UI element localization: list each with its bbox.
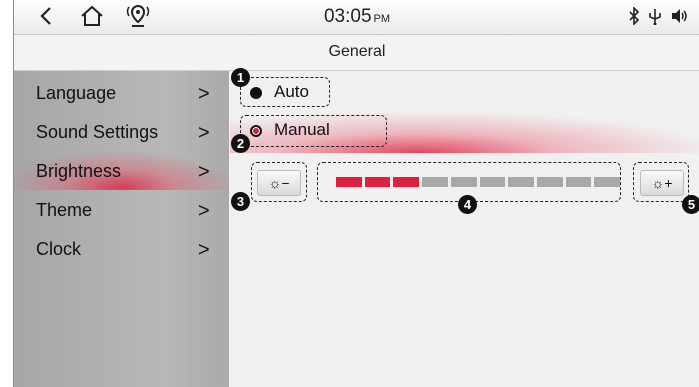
callout-badge-5: 5 bbox=[682, 195, 699, 214]
status-bar: 03:05 PM bbox=[14, 0, 699, 35]
callout-outline-increase bbox=[633, 162, 689, 202]
sidebar-item-label: Language bbox=[36, 83, 117, 103]
chevron-right-icon: > bbox=[198, 122, 210, 144]
callout-badge-4: 4 bbox=[458, 195, 477, 214]
chevron-right-icon: > bbox=[198, 161, 210, 183]
page-title-bar: General bbox=[14, 35, 699, 71]
sidebar-item-label: Clock bbox=[36, 239, 82, 259]
callout-outline-decrease bbox=[251, 162, 307, 202]
sidebar-item-language[interactable]: Language > bbox=[14, 74, 229, 112]
sidebar-item-sound-settings[interactable]: Sound Settings > bbox=[14, 113, 229, 151]
chevron-right-icon: > bbox=[198, 83, 210, 105]
callout-badge-3: 3 bbox=[231, 192, 250, 211]
brightness-panel: Auto Manual ☼− ☼+ 4 5 bbox=[230, 71, 699, 387]
sidebar-item-brightness[interactable]: Brightness > bbox=[14, 152, 229, 190]
callout-badge-1: 1 bbox=[231, 68, 250, 87]
volume-icon bbox=[672, 9, 687, 23]
clock-time: 03:05 PM bbox=[14, 6, 699, 28]
usb-icon bbox=[649, 9, 661, 25]
callout-badge-2: 2 bbox=[231, 134, 250, 153]
bluetooth-icon bbox=[629, 7, 640, 25]
chevron-right-icon: > bbox=[198, 239, 210, 261]
settings-sidebar: Language > Sound Settings > Brightness >… bbox=[14, 71, 229, 387]
head-unit-screen: 03:05 PM General Language > Sound Settin… bbox=[13, 0, 699, 387]
sidebar-item-label: Theme bbox=[36, 200, 93, 220]
sidebar-item-label: Sound Settings bbox=[36, 122, 159, 142]
sidebar-item-label: Brightness bbox=[36, 161, 122, 181]
chevron-right-icon: > bbox=[198, 200, 210, 222]
callout-outline-auto bbox=[240, 77, 330, 107]
sidebar-item-clock[interactable]: Clock > bbox=[14, 230, 229, 268]
status-icons bbox=[628, 6, 688, 26]
page-title: General bbox=[328, 43, 386, 60]
callout-outline-manual bbox=[240, 115, 387, 147]
time-ampm: PM bbox=[373, 13, 391, 25]
sidebar-item-theme[interactable]: Theme > bbox=[14, 191, 229, 229]
time-value: 03:05 bbox=[323, 6, 372, 27]
